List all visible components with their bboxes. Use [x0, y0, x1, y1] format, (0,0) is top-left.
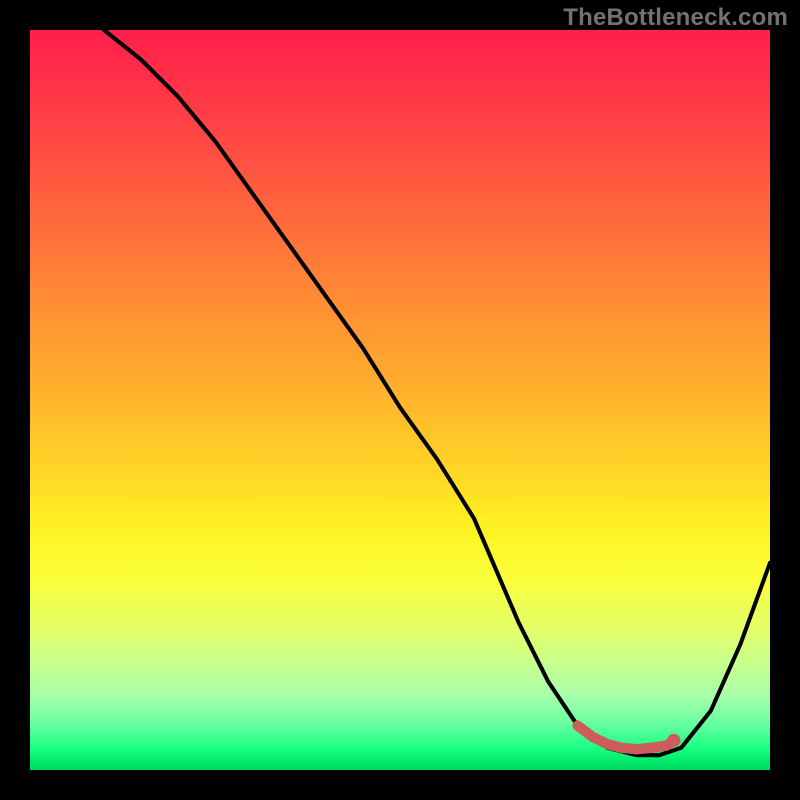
bottleneck-curve: [104, 30, 770, 755]
chart-frame: TheBottleneck.com: [0, 0, 800, 800]
optimal-band-marker: [578, 726, 674, 750]
watermark-text: TheBottleneck.com: [563, 4, 788, 32]
curve-layer: [30, 30, 770, 770]
plot-area: [30, 30, 770, 770]
optimal-band-end-dot: [667, 734, 680, 747]
